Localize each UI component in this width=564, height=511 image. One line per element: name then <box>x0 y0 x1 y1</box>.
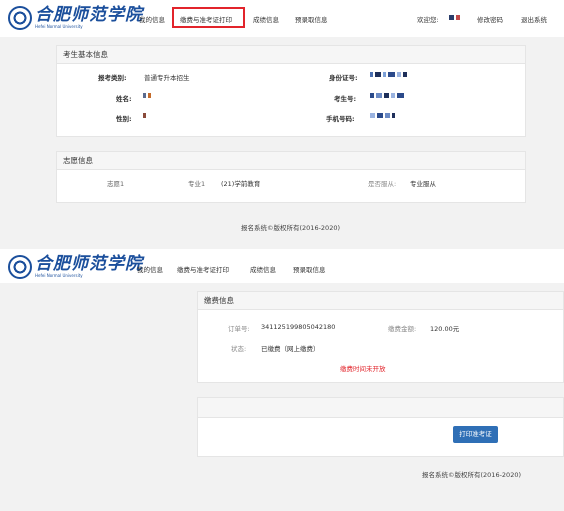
wish-label: 志愿1 <box>107 180 125 188</box>
screenshot-stage: 合肥师范学院 Hefei Normal University 我的信息 缴费与准… <box>0 0 564 511</box>
nav-change-password[interactable]: 修改密码 <box>477 14 503 24</box>
obey-value: 专业服从 <box>410 180 436 188</box>
nav-admission[interactable]: 预录取信息 <box>293 264 326 274</box>
panel-title: 考生基本信息 <box>57 46 525 64</box>
school-emblem-icon <box>8 6 32 30</box>
exam-type-value: 普通专升本招生 <box>144 74 190 82</box>
exam-no-label: 考生号: <box>334 95 357 103</box>
print-panel-head <box>198 398 563 418</box>
panel-title: 志愿信息 <box>57 152 525 170</box>
nav-logout[interactable]: 退出系统 <box>521 14 547 24</box>
basic-info-panel: 考生基本信息 <box>56 45 526 137</box>
nav-scores[interactable]: 成绩信息 <box>253 14 279 24</box>
bottom-navbar: 合肥师范学院 Hefei Normal University 我的信息 缴费与准… <box>0 249 564 283</box>
highlight-box <box>172 7 245 28</box>
logo-name-cn: 合肥师范学院 <box>35 254 143 274</box>
amount-label: 缴费金额: <box>388 325 417 333</box>
gender-label: 性别: <box>116 115 132 123</box>
nav-admission[interactable]: 预录取信息 <box>295 14 328 24</box>
nav-scores[interactable]: 成绩信息 <box>250 264 276 274</box>
school-logo[interactable]: 合肥师范学院 Hefei Normal University <box>8 255 143 279</box>
major-label: 专业1 <box>188 180 206 188</box>
top-screen: 合肥师范学院 Hefei Normal University 我的信息 缴费与准… <box>0 0 564 239</box>
print-panel <box>197 397 564 457</box>
amount-value: 120.00元 <box>430 325 460 333</box>
nav-my-info[interactable]: 我的信息 <box>137 264 163 274</box>
redacted-name <box>143 93 151 98</box>
redacted-username <box>449 15 460 20</box>
copyright-footer: 报名系统©版权所有(2016-2020) <box>241 224 341 232</box>
school-logo[interactable]: 合肥师范学院 Hefei Normal University <box>8 6 143 30</box>
obey-label: 是否服从: <box>368 180 397 188</box>
redacted-exam-no <box>370 93 404 98</box>
panel-title: 缴费信息 <box>198 292 563 310</box>
status-label: 状态: <box>231 345 247 353</box>
nav-my-info[interactable]: 我的信息 <box>139 14 165 24</box>
logo-name-cn: 合肥师范学院 <box>35 5 143 25</box>
exam-type-label: 报考类别: <box>98 74 127 82</box>
payment-closed-notice: 缴费时间未开放 <box>340 365 386 373</box>
status-value: 已缴费（网上缴费） <box>261 345 320 353</box>
redacted-gender <box>143 113 146 118</box>
major-value: (21)学前教育 <box>221 180 261 188</box>
redacted-phone <box>370 113 395 118</box>
name-label: 姓名: <box>116 95 132 103</box>
top-navbar: 合肥师范学院 Hefei Normal University 我的信息 缴费与准… <box>0 0 564 37</box>
print-ticket-button[interactable]: 打印准考证 <box>453 426 498 443</box>
logo-name-en: Hefei Normal University <box>35 273 83 278</box>
phone-label: 手机号码: <box>326 115 355 123</box>
nav-payment-ticket[interactable]: 缴费与准考证打印 <box>177 264 229 274</box>
welcome-text: 欢迎您: <box>417 16 439 24</box>
wish-info-panel: 志愿信息 <box>56 151 526 203</box>
logo-name-en: Hefei Normal University <box>35 24 83 29</box>
id-label: 身份证号: <box>329 74 358 82</box>
school-emblem-icon <box>8 255 32 279</box>
order-label: 订单号: <box>228 325 250 333</box>
copyright-footer: 报名系统©版权所有(2016-2020) <box>422 471 522 479</box>
order-value: 341125199805042180 <box>261 323 336 331</box>
redacted-id <box>370 72 407 77</box>
